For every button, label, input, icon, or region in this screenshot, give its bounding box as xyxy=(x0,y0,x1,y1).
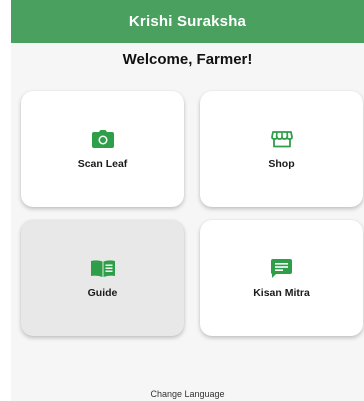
kisan-mitra-label: Kisan Mitra xyxy=(253,287,310,299)
chat-icon xyxy=(270,257,294,279)
shop-card[interactable]: Shop xyxy=(200,91,363,207)
welcome-heading: Welcome, Farmer! xyxy=(122,51,253,68)
app-screen: Krishi Suraksha Welcome, Farmer! Scan Le… xyxy=(11,0,364,401)
app-title: Krishi Suraksha xyxy=(128,13,247,30)
guide-label: Guide xyxy=(87,287,118,299)
shop-label: Shop xyxy=(268,158,295,170)
scan-leaf-card[interactable]: Scan Leaf xyxy=(21,91,184,207)
guide-card[interactable]: Guide xyxy=(21,220,184,336)
scan-leaf-label: Scan Leaf xyxy=(77,158,128,170)
book-icon xyxy=(90,257,115,279)
change-language-link[interactable]: Change Language xyxy=(11,389,364,399)
app-bar: Krishi Suraksha xyxy=(11,0,364,43)
shop-icon xyxy=(270,128,294,150)
camera-icon xyxy=(91,128,115,150)
kisan-mitra-card[interactable]: Kisan Mitra xyxy=(200,220,363,336)
